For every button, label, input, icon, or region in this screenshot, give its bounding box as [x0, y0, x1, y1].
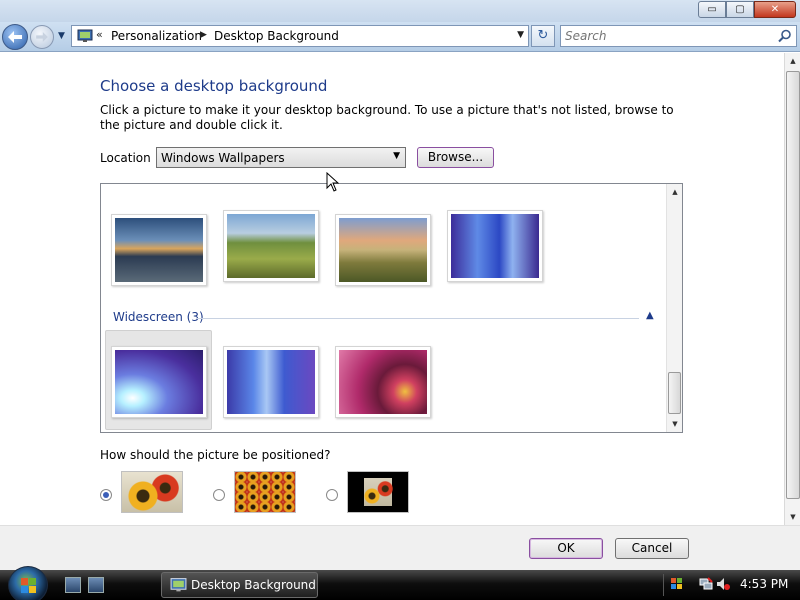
mouse-cursor-icon [326, 172, 340, 192]
control-panel-icon [170, 578, 187, 592]
switch-windows-icon[interactable] [88, 577, 104, 593]
radio-fit[interactable] [100, 489, 112, 501]
taskbar-item-desktop-background[interactable]: Desktop Background [161, 572, 318, 598]
scroll-down-arrow-icon[interactable]: ▼ [785, 509, 800, 525]
wallpaper-blue-streaks[interactable] [223, 346, 319, 418]
start-button[interactable] [8, 566, 48, 600]
windows-logo-icon [21, 578, 36, 593]
scroll-up-arrow-icon[interactable]: ▲ [785, 53, 800, 69]
collapse-group-icon[interactable]: ▲ [646, 310, 654, 321]
network-icon[interactable] [699, 577, 713, 591]
ok-button[interactable]: OK [529, 538, 603, 559]
forward-button[interactable] [30, 25, 54, 49]
title-bar: ▭ ▢ ✕ [0, 0, 800, 22]
tile-preview-image [234, 471, 296, 513]
fit-preview-image [121, 471, 183, 513]
radio-center[interactable] [326, 489, 338, 501]
wallpaper-blue-aurora[interactable] [447, 210, 543, 282]
page-description: Click a picture to make it your desktop … [100, 103, 674, 132]
scroll-up-arrow-icon[interactable]: ▲ [667, 184, 682, 200]
control-panel-icon [77, 29, 93, 42]
system-clock[interactable]: 4:53 PM [740, 577, 788, 591]
group-divider [197, 318, 639, 319]
location-label: Location [100, 151, 151, 165]
breadcrumb-separator-icon[interactable]: ▶ [200, 30, 207, 40]
wallpaper-pink-vista-logo[interactable] [335, 346, 431, 418]
taskbar-item-label: Desktop Background [191, 578, 316, 592]
content-area: Choose a desktop background Click a pict… [0, 53, 784, 525]
radio-tile[interactable] [213, 489, 225, 501]
back-arrow-icon [8, 31, 22, 43]
window-controls: ▭ ▢ ✕ [698, 1, 796, 18]
tray-divider [663, 574, 664, 596]
center-preview-image [347, 471, 409, 513]
scroll-down-arrow-icon[interactable]: ▼ [667, 416, 682, 432]
wallpaper-list[interactable]: Widescreen (3) ▲ ▲ ▼ [100, 183, 683, 433]
location-dropdown[interactable]: Windows Wallpapers ▼ [156, 147, 406, 168]
address-overflow-chevron[interactable]: « [96, 28, 103, 41]
show-desktop-icon[interactable] [65, 577, 81, 593]
minimize-button[interactable]: ▭ [698, 1, 726, 18]
navigation-bar: ▼ « Personalization ▶ Desktop Background… [0, 22, 800, 52]
group-header-widescreen[interactable]: Widescreen (3) [113, 310, 204, 324]
list-scroll-thumb[interactable] [668, 372, 681, 414]
maximize-button[interactable]: ▢ [726, 1, 754, 18]
wallpaper-lake-sunset[interactable] [335, 214, 431, 286]
wallpaper-coastline-dusk[interactable] [111, 214, 207, 286]
chevron-down-icon: ▼ [393, 151, 400, 161]
search-input[interactable] [565, 28, 770, 44]
window-scroll-thumb[interactable] [786, 71, 800, 499]
wallpaper-grassy-cliff[interactable] [223, 210, 319, 282]
window-scrollbar[interactable]: ▲ ▼ [784, 53, 800, 525]
taskbar: Desktop Background 4:53 PM [0, 566, 800, 600]
back-button[interactable] [2, 24, 28, 50]
refresh-button[interactable]: ↻ [531, 25, 555, 47]
breadcrumb-desktop-background[interactable]: Desktop Background [214, 29, 339, 43]
list-scrollbar[interactable]: ▲ ▼ [666, 184, 682, 432]
dialog-footer: OK Cancel [0, 525, 800, 570]
search-icon[interactable] [778, 29, 792, 43]
location-value: Windows Wallpapers [161, 151, 285, 165]
position-question: How should the picture be positioned? [100, 448, 331, 462]
windows-update-icon[interactable] [670, 577, 684, 591]
close-button[interactable]: ✕ [754, 1, 796, 18]
browse-button[interactable]: Browse... [417, 147, 494, 168]
search-box[interactable] [560, 25, 797, 47]
forward-arrow-icon [36, 32, 48, 42]
wallpaper-purple-rays[interactable] [111, 346, 207, 418]
address-bar[interactable]: « Personalization ▶ Desktop Background ▼ [71, 25, 529, 47]
page-title: Choose a desktop background [100, 77, 328, 95]
history-dropdown-icon[interactable]: ▼ [58, 31, 65, 41]
address-dropdown-icon[interactable]: ▼ [517, 30, 524, 40]
cancel-button[interactable]: Cancel [615, 538, 689, 559]
volume-muted-icon[interactable] [716, 577, 730, 591]
breadcrumb-personalization[interactable]: Personalization [111, 29, 202, 43]
